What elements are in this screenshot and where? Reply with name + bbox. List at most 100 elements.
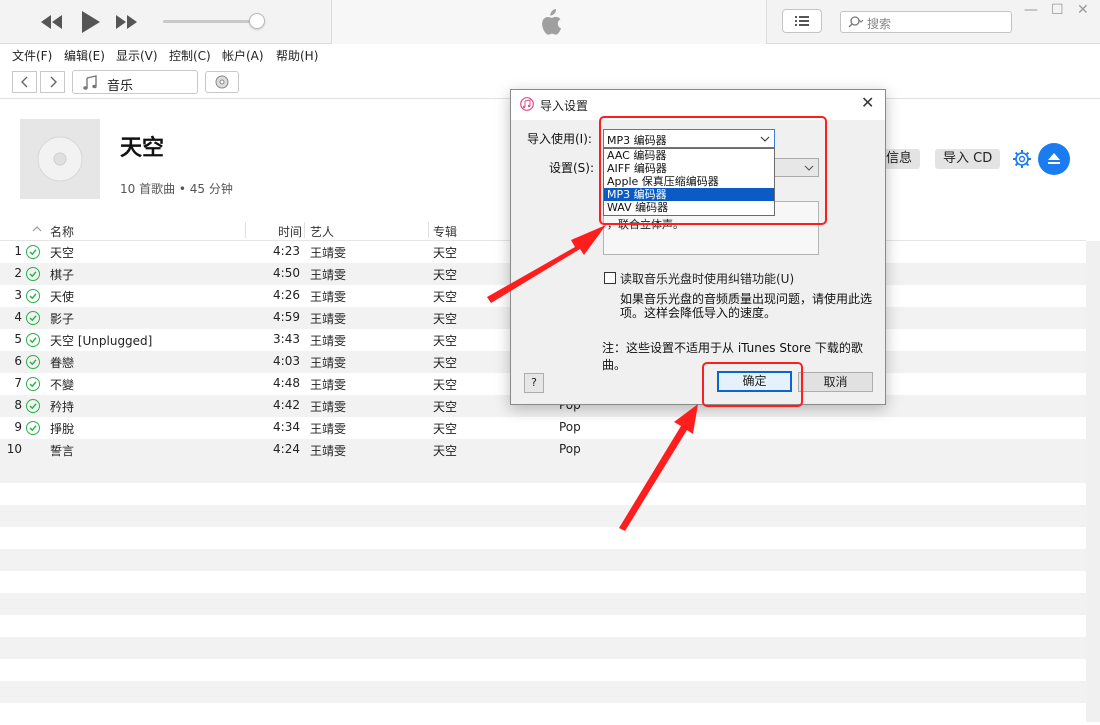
track-name: 天空 [Unplugged] xyxy=(50,334,153,348)
info-button-label: 信息 xyxy=(886,151,913,166)
album-summary: 10 首歌曲 • 45 分钟 xyxy=(120,182,233,196)
fast-forward-button[interactable] xyxy=(114,8,140,36)
check-icon[interactable] xyxy=(26,421,40,435)
empty-row xyxy=(0,527,1086,549)
check-icon[interactable] xyxy=(26,399,40,413)
import-cd-button[interactable]: 导入 CD xyxy=(935,149,1001,169)
sort-ascending-icon[interactable] xyxy=(32,225,42,233)
track-name: 棋子 xyxy=(50,268,75,282)
menu-view[interactable]: 显示(V) xyxy=(116,47,158,64)
track-number: 4 xyxy=(14,310,22,324)
vertical-scrollbar[interactable] xyxy=(1086,241,1100,722)
track-name: 矜持 xyxy=(50,400,75,414)
player-bar: 搜索 — ☐ ✕ xyxy=(0,0,1100,44)
track-artist: 王靖雯 xyxy=(310,268,347,282)
status-display xyxy=(331,0,767,44)
column-time[interactable]: 时间 xyxy=(278,223,302,240)
fast-forward-icon xyxy=(116,15,137,29)
track-artist: 王靖雯 xyxy=(310,312,347,326)
cd-button[interactable] xyxy=(205,71,239,93)
track-time: 4:42 xyxy=(273,398,300,412)
cancel-button[interactable]: 取消 xyxy=(798,372,873,392)
check-icon[interactable] xyxy=(26,311,40,325)
empty-row xyxy=(0,593,1086,615)
rewind-button[interactable] xyxy=(38,8,64,36)
menu-bar: 文件(F) 编辑(E) 显示(V) 控制(C) 帐户(A) 帮助(H) xyxy=(0,44,1100,66)
cd-placeholder-icon xyxy=(37,136,83,182)
track-time: 4:03 xyxy=(273,354,300,368)
empty-row xyxy=(0,637,1086,659)
error-correction-label[interactable]: 读取音乐光盘时使用纠错功能(U) xyxy=(620,270,794,287)
column-name[interactable]: 名称 xyxy=(50,223,74,240)
menu-controls[interactable]: 控制(C) xyxy=(169,47,211,64)
check-icon[interactable] xyxy=(26,377,40,391)
check-icon[interactable] xyxy=(26,245,40,259)
track-number: 3 xyxy=(14,288,22,302)
volume-slider-knob[interactable] xyxy=(249,13,265,29)
dialog-title: 导入设置 xyxy=(540,99,589,113)
search-placeholder: 搜索 xyxy=(867,17,892,31)
up-next-button[interactable] xyxy=(782,9,822,33)
music-note-icon xyxy=(83,75,97,90)
close-icon[interactable]: ✕ xyxy=(1077,2,1089,18)
menu-help[interactable]: 帮助(H) xyxy=(276,47,318,64)
track-name: 天使 xyxy=(50,290,75,304)
volume-slider-track[interactable] xyxy=(163,20,259,23)
media-kind-selector[interactable]: 音乐 xyxy=(72,70,198,94)
album-title: 天空 xyxy=(120,136,165,161)
empty-row xyxy=(0,659,1086,681)
track-number: 6 xyxy=(14,354,22,368)
column-artist[interactable]: 艺人 xyxy=(310,223,334,240)
menu-edit[interactable]: 编辑(E) xyxy=(64,47,105,64)
track-name: 不變 xyxy=(50,378,75,392)
annotation-highlight-encoder xyxy=(599,116,827,225)
track-genre: Pop xyxy=(559,442,581,456)
track-album: 天空 xyxy=(433,422,458,436)
check-icon[interactable] xyxy=(26,355,40,369)
media-kind-label: 音乐 xyxy=(107,79,134,94)
menu-file[interactable]: 文件(F) xyxy=(12,47,52,64)
track-album: 天空 xyxy=(433,356,458,370)
error-correction-checkbox[interactable] xyxy=(604,272,616,284)
track-artist: 王靖雯 xyxy=(310,400,347,414)
track-time: 3:43 xyxy=(273,332,300,346)
track-artist: 王靖雯 xyxy=(310,246,347,260)
forward-button[interactable] xyxy=(40,71,65,93)
column-divider xyxy=(245,222,246,238)
maximize-icon[interactable]: ☐ xyxy=(1051,2,1064,18)
column-album[interactable]: 专辑 xyxy=(433,223,457,240)
play-button[interactable] xyxy=(78,8,102,36)
dialog-close-icon[interactable]: ✕ xyxy=(861,93,874,112)
cd-icon xyxy=(215,75,229,89)
track-album: 天空 xyxy=(433,400,458,414)
itunes-icon xyxy=(520,97,534,111)
help-button[interactable]: ? xyxy=(524,373,544,393)
table-row[interactable]: 10 誓言 4:24 王靖雯 天空 Pop xyxy=(0,439,1086,461)
track-time: 4:59 xyxy=(273,310,300,324)
track-album: 天空 xyxy=(433,312,458,326)
error-correction-description: 如果音乐光盘的音频质量出现问题，请使用此选项。这样会降低导入的速度。 xyxy=(620,292,873,320)
minimize-icon[interactable]: — xyxy=(1024,2,1038,18)
eject-button[interactable] xyxy=(1038,143,1070,175)
track-time: 4:34 xyxy=(273,420,300,434)
check-icon[interactable] xyxy=(26,333,40,347)
table-row[interactable]: 9 掙脫 4:34 王靖雯 天空 Pop xyxy=(0,417,1086,439)
column-divider xyxy=(304,222,305,238)
track-number: 5 xyxy=(14,332,22,346)
track-artist: 王靖雯 xyxy=(310,290,347,304)
gear-icon[interactable] xyxy=(1012,149,1032,169)
track-album: 天空 xyxy=(433,378,458,392)
check-icon[interactable] xyxy=(26,267,40,281)
track-time: 4:48 xyxy=(273,376,300,390)
track-artist: 王靖雯 xyxy=(310,378,347,392)
import-using-label: 导入使用(I): xyxy=(527,132,592,146)
search-field[interactable]: 搜索 xyxy=(840,11,1012,33)
track-number: 9 xyxy=(14,420,22,434)
menu-account[interactable]: 帐户(A) xyxy=(222,47,264,64)
check-icon[interactable] xyxy=(26,289,40,303)
track-time: 4:23 xyxy=(273,244,300,258)
track-album: 天空 xyxy=(433,444,458,458)
track-number: 7 xyxy=(14,376,22,390)
track-artist: 王靖雯 xyxy=(310,444,347,458)
back-button[interactable] xyxy=(12,71,37,93)
